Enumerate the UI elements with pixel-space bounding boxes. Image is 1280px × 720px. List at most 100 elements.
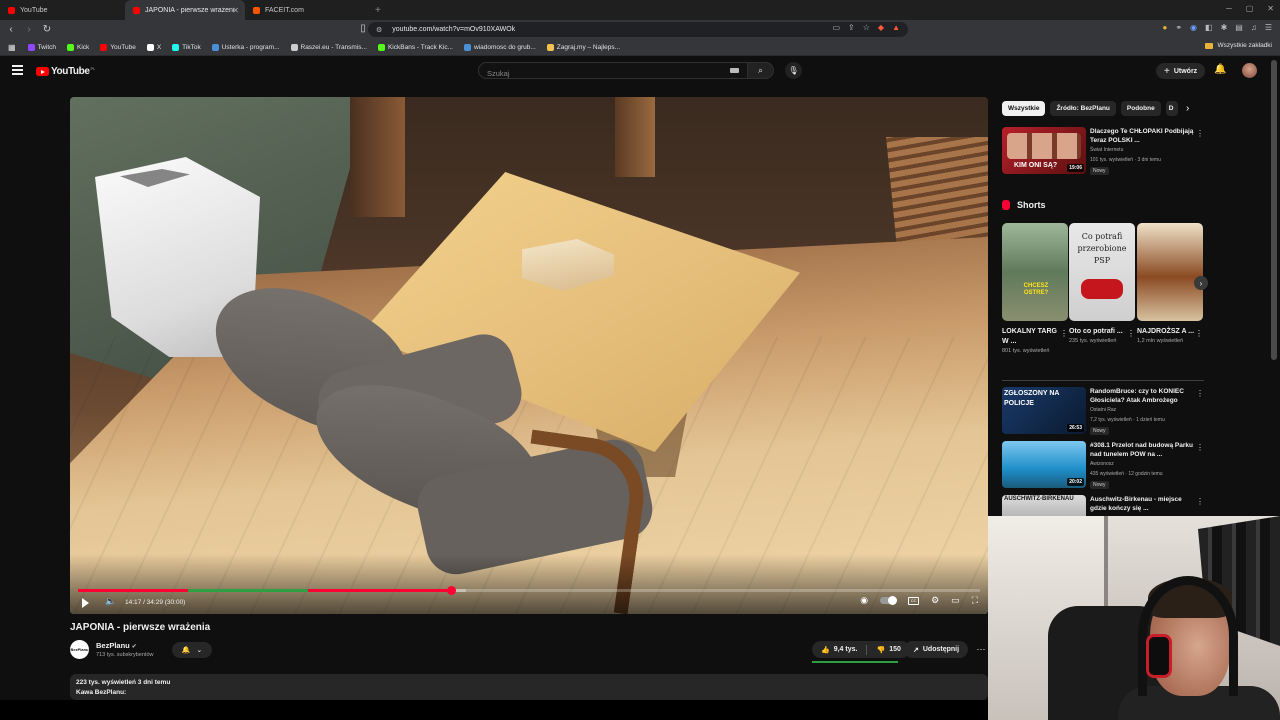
extension-icon[interactable]: ●	[1162, 23, 1167, 32]
more-vert-icon[interactable]: ⋮	[1196, 129, 1204, 138]
maximize-icon[interactable]: ▢	[1246, 4, 1254, 13]
video-thumbnail[interactable]: AUSCHWITZ-BIRKENAU	[1002, 495, 1086, 516]
create-button[interactable]: + Utwórz	[1156, 63, 1206, 79]
bookmark-item[interactable]: Twitch	[27, 43, 56, 51]
more-vert-icon[interactable]: ⋮	[1196, 497, 1204, 506]
chip-more[interactable]: D	[1165, 101, 1178, 116]
short-title[interactable]: Oto co potrafi ...	[1069, 327, 1127, 337]
like-button[interactable]: 👍 9,4 tys.	[812, 646, 866, 654]
more-actions-icon[interactable]: ⋯	[973, 641, 989, 658]
close-tab-icon[interactable]: ✕	[232, 6, 239, 15]
bookmark-item[interactable]: Zagraj.my – Najleps...	[546, 43, 620, 51]
voice-search-button[interactable]: 🎙	[785, 62, 802, 79]
short-thumbnail[interactable]: CHCESZ OSTRE?	[1002, 223, 1068, 321]
description-box[interactable]: 223 tys. wyświetleń 3 dni temu Kawa BezP…	[70, 674, 988, 700]
page-scrollbar[interactable]	[1271, 60, 1277, 360]
more-vert-icon[interactable]: ⋮	[1127, 329, 1135, 338]
bookmark-item[interactable]: Kick	[66, 43, 89, 51]
search-button[interactable]: ⌕	[748, 62, 774, 79]
more-vert-icon[interactable]: ⋮	[1195, 329, 1203, 338]
rec-title[interactable]: #308.1 Przelot nad budową Parku nad tune…	[1090, 441, 1194, 459]
recommended-video[interactable]: ZGŁOSZONY NA POLICJE 26:53 RandomBruce: …	[1002, 387, 1204, 437]
apps-grid-icon[interactable]: ▦	[8, 43, 16, 52]
rec-channel[interactable]: Ostatni Raz	[1090, 407, 1116, 413]
notifications-bell-icon[interactable]: 🔔	[1214, 64, 1226, 75]
bookmark-item[interactable]: X	[146, 43, 161, 51]
recommended-video[interactable]: KIM ONI SĄ? 19:06 Dlaczego Te CHŁOPAKI P…	[1002, 127, 1204, 177]
bookmark-item[interactable]: YouTube	[100, 43, 136, 51]
bookmark-item[interactable]: TikTok	[172, 43, 201, 51]
keyboard-icon[interactable]	[730, 68, 739, 73]
cast-icon[interactable]: ▭	[832, 23, 840, 32]
fullscreen-icon[interactable]: ⛶	[972, 595, 978, 606]
url-bar[interactable]: ⚙ youtube.com/watch?v=mOv910XAWOk ▭ ⇪ ☆ …	[368, 22, 908, 37]
rec-title[interactable]: RandomBruce: czy to KONIEC Głosiciela? A…	[1090, 387, 1194, 405]
tab-youtube[interactable]: YouTube	[0, 0, 125, 20]
short-thumbnail[interactable]: Co potrafi przerobione PSP	[1069, 223, 1135, 321]
share-page-icon[interactable]: ⇪	[848, 23, 855, 32]
subtitles-icon[interactable]: CC	[908, 596, 920, 605]
settings-gear-icon[interactable]: ⚙	[931, 595, 939, 606]
tab-faceit[interactable]: FACEIT.com	[245, 0, 367, 20]
recommended-video[interactable]: AUSCHWITZ-BIRKENAU Auschwitz-Birkenau - …	[1002, 495, 1204, 516]
video-thumbnail[interactable]: ZGŁOSZONY NA POLICJE 26:53	[1002, 387, 1086, 434]
autoplay-toggle[interactable]	[880, 596, 898, 605]
bookmark-item[interactable]: wiadomosc do grub...	[464, 43, 536, 51]
site-info-icon[interactable]: ⚙	[376, 26, 382, 34]
more-vert-icon[interactable]: ⋮	[1060, 329, 1068, 338]
chip-source[interactable]: Źródło: BezPlanu	[1050, 101, 1116, 116]
recommended-video[interactable]: 20:02 #308.1 Przelot nad budową Parku na…	[1002, 441, 1204, 491]
rec-channel[interactable]: Awizonosz	[1090, 461, 1114, 467]
menu-icon[interactable]: ☰	[1265, 23, 1272, 32]
forward-icon[interactable]: ›	[22, 24, 36, 35]
short-item[interactable]: CHCESZ OSTRE? LOKALNY TARG W ... 801 tys…	[1002, 223, 1068, 355]
more-vert-icon[interactable]: ⋮	[1196, 389, 1204, 398]
seek-bar[interactable]	[78, 586, 980, 595]
back-icon[interactable]: ‹	[4, 24, 18, 35]
all-bookmarks-button[interactable]: Wszystkie zakładki	[1205, 42, 1272, 49]
bookmark-item[interactable]: Raszei.eu - Transmis...	[290, 43, 367, 51]
video-thumbnail[interactable]: KIM ONI SĄ? 19:06	[1002, 127, 1086, 174]
subscription-bell-button[interactable]: 🔔 ⌄	[172, 642, 212, 658]
theater-mode-icon[interactable]: ▭	[951, 595, 960, 606]
sidebar-toggle-icon[interactable]: ▤	[1235, 23, 1243, 32]
music-icon[interactable]: ♫	[1251, 23, 1257, 32]
search-input[interactable]	[479, 66, 679, 81]
rec-channel[interactable]: Świat Internetu	[1090, 147, 1123, 153]
chevron-right-icon[interactable]: ›	[1186, 103, 1189, 114]
video-player[interactable]: 🔈 14:17 / 34:29 (30:00) ◉ CC ⚙ ▭ ⛶	[70, 97, 988, 614]
star-icon[interactable]: ☆	[863, 23, 870, 32]
bookmark-item[interactable]: Usterka - program...	[211, 43, 280, 51]
short-item[interactable]: Co potrafi przerobione PSP Oto co potraf…	[1069, 223, 1135, 345]
minimize-icon[interactable]: ─	[1226, 4, 1232, 13]
short-title[interactable]: LOKALNY TARG W ...	[1002, 327, 1060, 347]
rec-title[interactable]: Auschwitz-Birkenau - miejsce gdzie kończ…	[1090, 495, 1194, 513]
account-avatar[interactable]	[1242, 63, 1257, 78]
channel-avatar[interactable]: BezPlanu	[70, 640, 89, 659]
extension-icon[interactable]: ◧	[1205, 23, 1213, 32]
youtube-logo[interactable]: YouTube PL	[36, 66, 95, 77]
extension-icon[interactable]: ◉	[1190, 23, 1197, 32]
share-button[interactable]: ↗ Udostępnij	[904, 641, 969, 658]
short-thumbnail[interactable]	[1137, 223, 1203, 321]
video-thumbnail[interactable]: 20:02	[1002, 441, 1086, 488]
short-title[interactable]: NAJDROŻSZ A ...	[1137, 327, 1195, 337]
new-tab-button[interactable]: +	[367, 0, 389, 20]
bookmark-item[interactable]: KickBans - Track Kic...	[377, 43, 453, 51]
guide-menu-icon[interactable]	[12, 65, 23, 75]
shorts-next-button[interactable]: ›	[1194, 276, 1208, 290]
volume-icon[interactable]: 🔈	[105, 596, 116, 607]
close-window-icon[interactable]: ✕	[1267, 4, 1274, 13]
more-vert-icon[interactable]: ⋮	[1196, 443, 1204, 452]
miniplayer-badge-icon[interactable]: ◉	[860, 595, 868, 606]
rewards-icon[interactable]: ▲	[892, 23, 900, 32]
extension-icon[interactable]: ⚭	[1175, 23, 1182, 32]
brave-shield-icon[interactable]: ◆	[878, 23, 884, 32]
chip-all[interactable]: Wszystkie	[1002, 101, 1046, 116]
channel-name-row[interactable]: BezPlanu ✔	[96, 641, 137, 650]
rec-title[interactable]: Dlaczego Te CHŁOPAKI Podbijają Teraz POL…	[1090, 127, 1194, 145]
reload-icon[interactable]: ↻	[40, 24, 54, 35]
channel-name[interactable]: BezPlanu	[96, 641, 130, 650]
extensions-puzzle-icon[interactable]: ✱	[1221, 23, 1228, 32]
tab-video[interactable]: JAPONIA - pierwsze wrażenia - Y ✕	[125, 0, 245, 20]
